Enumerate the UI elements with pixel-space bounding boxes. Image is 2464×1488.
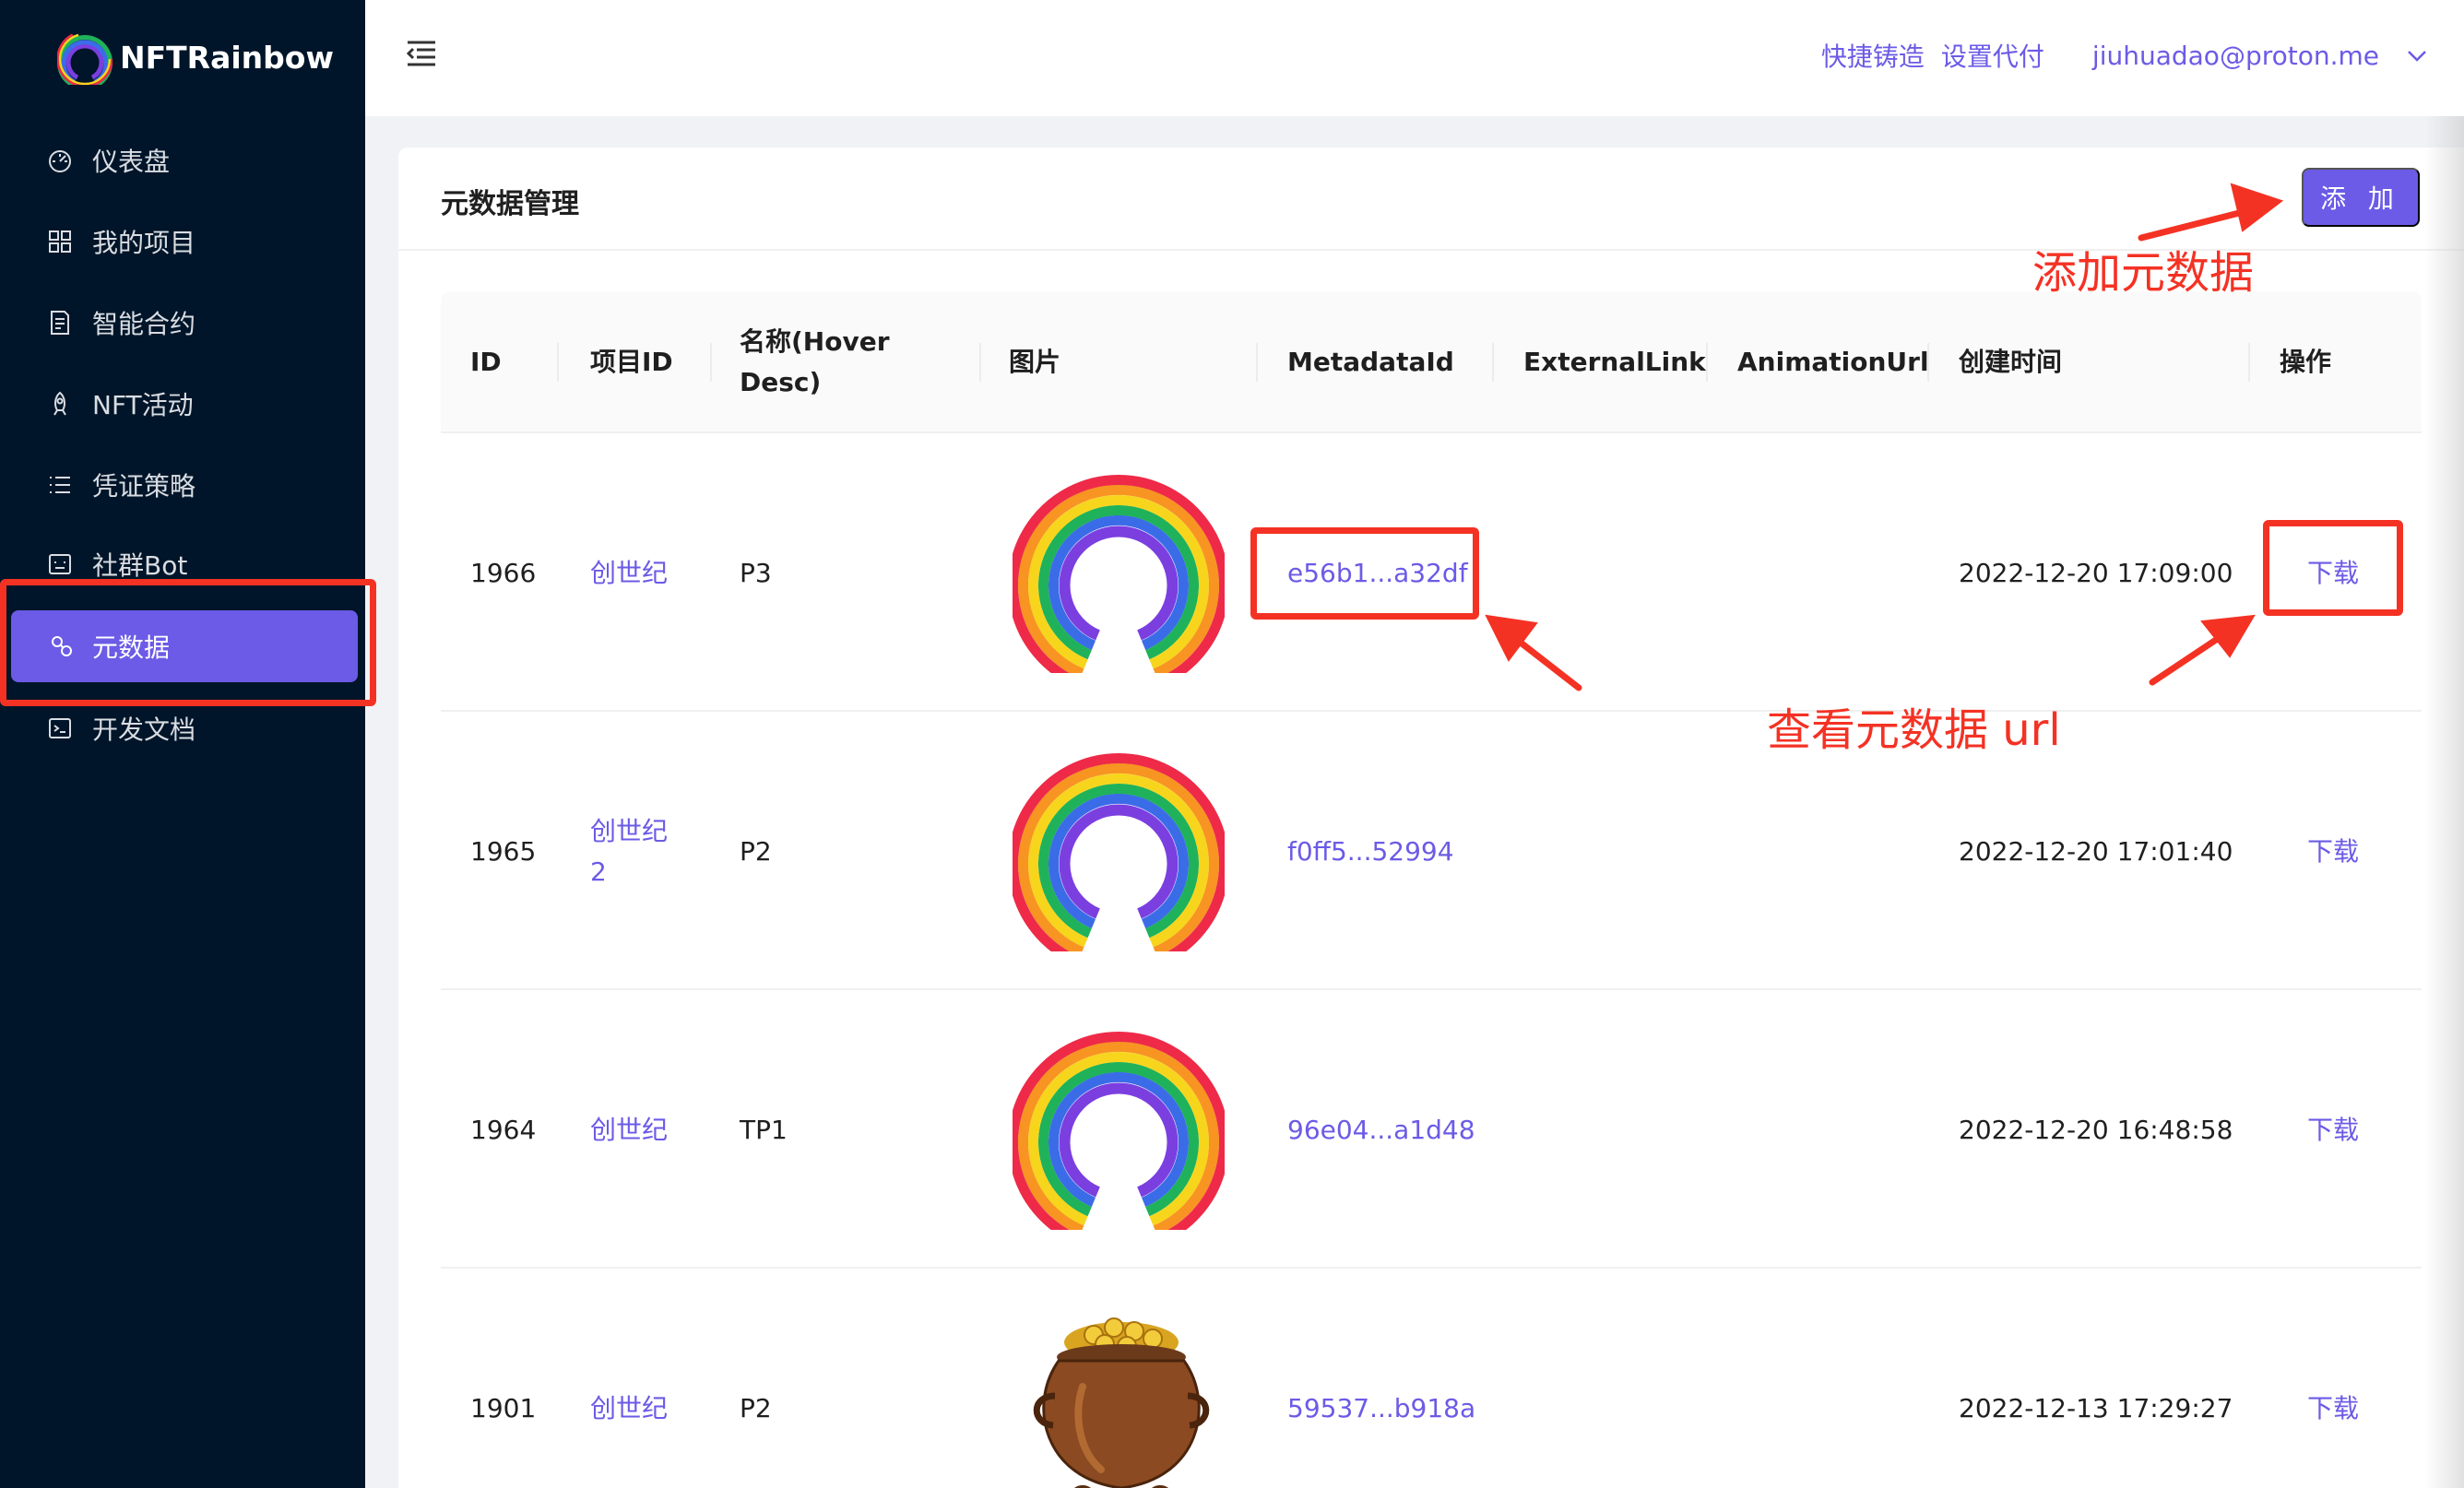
sidebar-item-label: NFT活动 xyxy=(92,390,194,420)
terminal-icon xyxy=(49,718,71,738)
highlight-metadata-menu xyxy=(0,579,376,706)
metadata-id-link[interactable]: f0ff5...52994 xyxy=(1287,832,1454,872)
metadata-id-link[interactable]: 96e04...a1d48 xyxy=(1287,1110,1475,1151)
table-row: 1965 创世纪 2 P2 f0ff5...52994 2022-12-20 1… xyxy=(441,712,2422,990)
column-header-created-time: 创建时间 xyxy=(1959,347,2063,377)
column-header-name: 名称(Hover Desc) xyxy=(740,326,890,397)
table-header: ID 项目ID 名称(Hover Desc) 图片 MetadataId Ext… xyxy=(441,291,2422,433)
metadata-id-link[interactable]: 59537...b918a xyxy=(1287,1388,1475,1429)
cell-project-link[interactable]: 创世纪 2 xyxy=(590,811,668,892)
table-row: 1964 创世纪 TP1 96e04...a1d48 2022-12-20 16… xyxy=(441,990,2422,1269)
header-actions: 快捷铸造 设置代付 jiuhuadao@proton.me xyxy=(1821,37,2427,74)
cell-created-time: 2022-12-20 16:48:58 xyxy=(1959,1115,2233,1145)
quick-mint-link[interactable]: 快捷铸造 xyxy=(1821,37,1925,74)
column-header-animation-url: AnimationUrl xyxy=(1737,347,1929,377)
sidebar-item-policies[interactable]: 凭证策略 xyxy=(0,448,365,522)
cell-name: P3 xyxy=(740,558,772,588)
add-button[interactable]: 添 加 xyxy=(2302,168,2420,227)
column-header-project-id: 项目ID xyxy=(590,347,673,377)
highlight-metadata-id xyxy=(1250,527,1479,620)
bot-icon xyxy=(49,554,71,574)
sidebar-item-label: 智能合约 xyxy=(92,309,196,339)
sidebar-item-projects[interactable]: 我的项目 xyxy=(0,205,365,278)
rocket-icon xyxy=(53,391,66,416)
column-header-image: 图片 xyxy=(1009,347,1061,377)
scroll-shadow xyxy=(2425,116,2464,1488)
highlight-download xyxy=(2263,520,2403,616)
dashboard-icon xyxy=(49,150,71,172)
sidebar-item-label: 开发文档 xyxy=(92,714,196,745)
top-header: 快捷铸造 设置代付 jiuhuadao@proton.me xyxy=(365,0,2464,116)
sidebar-item-label: 仪表盘 xyxy=(92,147,171,177)
rainbow-logo-icon xyxy=(57,30,113,85)
column-header-id: ID xyxy=(470,347,502,377)
column-header-actions: 操作 xyxy=(2280,347,2332,377)
user-email-dropdown[interactable]: jiuhuadao@proton.me xyxy=(2092,41,2379,71)
list-icon xyxy=(50,477,70,493)
logo[interactable]: NFTRainbow xyxy=(57,28,334,87)
pot-of-gold-image xyxy=(1033,1317,1210,1488)
cell-id: 1901 xyxy=(470,1393,537,1423)
cell-name: P2 xyxy=(740,836,772,867)
cell-id: 1966 xyxy=(470,558,537,588)
cell-project-link[interactable]: 创世纪 xyxy=(590,1388,668,1429)
set-proxy-link[interactable]: 设置代付 xyxy=(1941,37,2044,74)
cell-project-link[interactable]: 创世纪 xyxy=(590,1110,668,1151)
sidebar: NFTRainbow 仪表盘 我的项目 智能合约 NFT活动 凭证策略 社群Bo… xyxy=(0,0,365,1488)
contract-icon xyxy=(51,311,69,335)
cell-created-time: 2022-12-13 17:29:27 xyxy=(1959,1393,2233,1423)
rainbow-image xyxy=(1013,749,1225,951)
cell-created-time: 2022-12-20 17:01:40 xyxy=(1959,836,2233,867)
cell-project-link[interactable]: 创世纪 xyxy=(590,553,668,594)
rainbow-image xyxy=(1013,1027,1225,1230)
column-header-metadata-id: MetadataId xyxy=(1287,347,1454,377)
sidebar-item-label: 社群Bot xyxy=(92,550,188,581)
sidebar-item-nft-activity[interactable]: NFT活动 xyxy=(0,367,365,441)
table-row: 1901 创世纪 P2 59537...b918a 2022-12-13 17:… xyxy=(441,1269,2422,1488)
column-header-external-link: ExternalLink xyxy=(1523,347,1706,377)
cell-created-time: 2022-12-20 17:09:00 xyxy=(1959,558,2233,588)
annotation-view-metadata-url: 查看元数据 url xyxy=(1767,704,2061,756)
grid-icon xyxy=(49,230,71,253)
cell-name: P2 xyxy=(740,1393,772,1423)
cell-name: TP1 xyxy=(740,1115,788,1145)
download-link[interactable]: 下载 xyxy=(2307,1110,2359,1151)
download-link[interactable]: 下载 xyxy=(2307,1388,2359,1429)
download-link[interactable]: 下载 xyxy=(2307,832,2359,872)
cell-id: 1965 xyxy=(470,836,537,867)
page-title: 元数据管理 xyxy=(441,188,579,220)
sidebar-item-label: 我的项目 xyxy=(92,228,196,258)
sidebar-item-contracts[interactable]: 智能合约 xyxy=(0,286,365,360)
menu-fold-icon[interactable] xyxy=(402,35,439,72)
rainbow-image xyxy=(1013,470,1225,673)
cell-id: 1964 xyxy=(470,1115,537,1145)
annotation-add-metadata: 添加元数据 xyxy=(2032,247,2255,299)
chevron-down-icon[interactable] xyxy=(2407,45,2427,65)
sidebar-item-dashboard[interactable]: 仪表盘 xyxy=(0,124,365,197)
logo-text: NFTRainbow xyxy=(120,39,334,76)
sidebar-item-label: 凭证策略 xyxy=(92,471,196,502)
